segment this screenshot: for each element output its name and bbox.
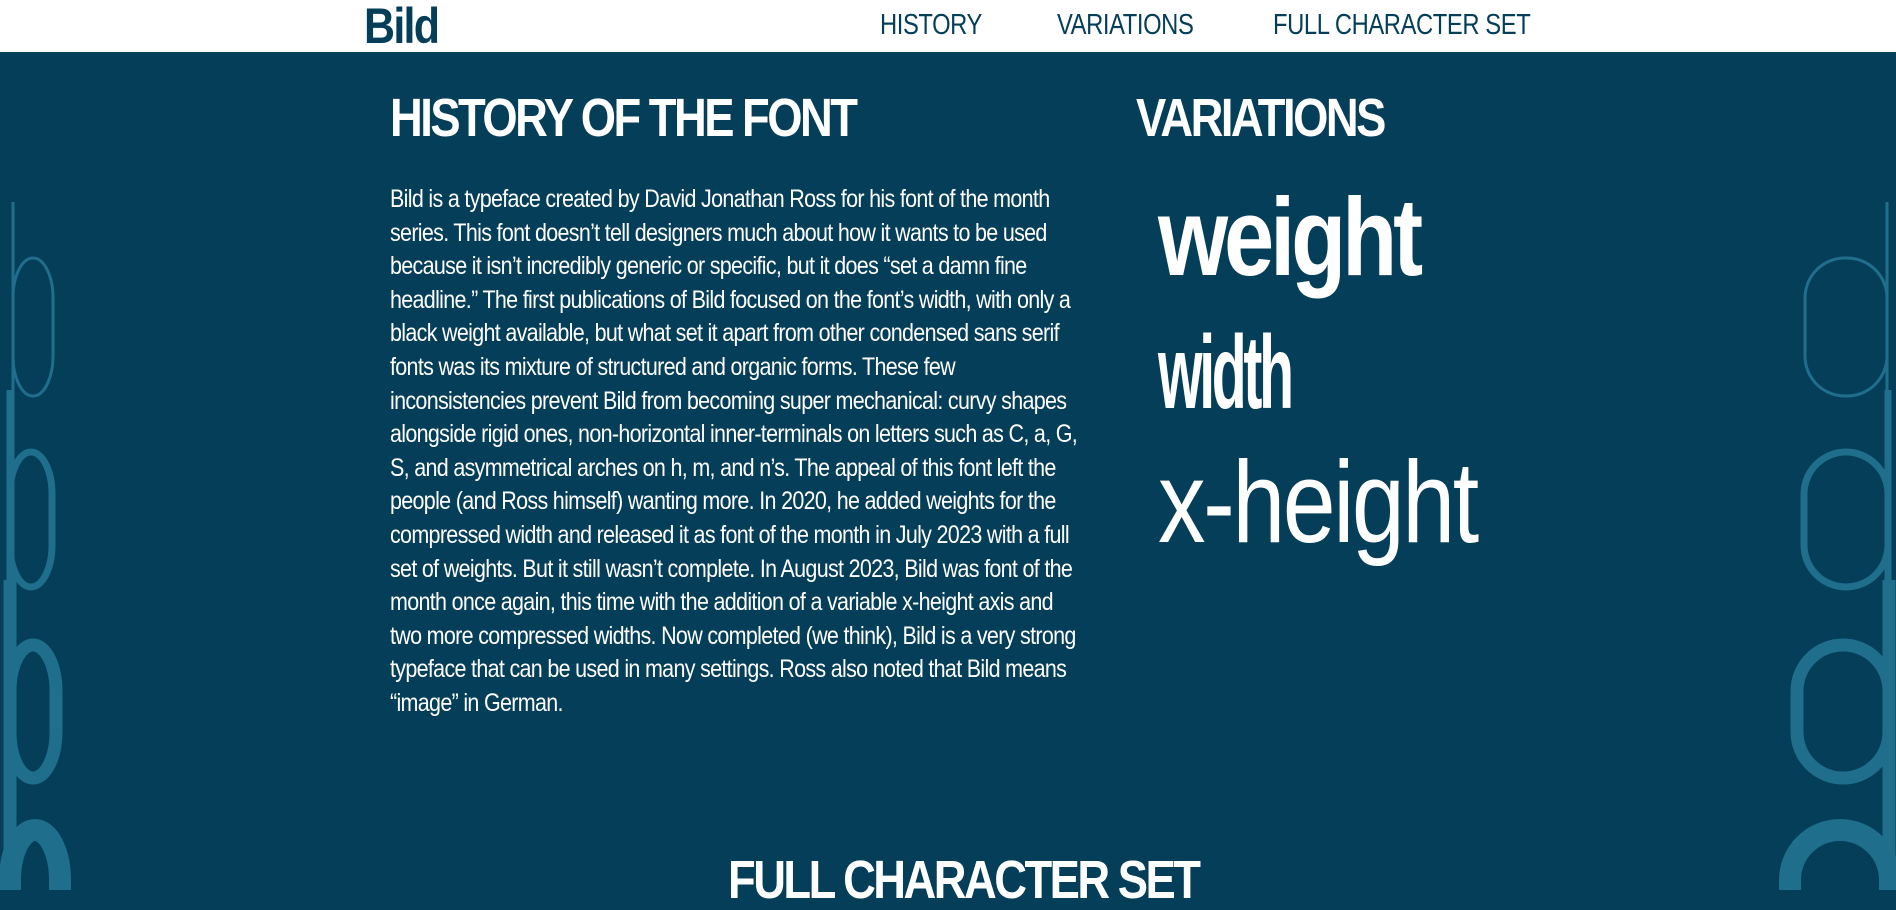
variations-heading: VARIATIONS xyxy=(1136,88,1386,148)
site-header: Bild HISTORY VARIATIONS FULL CHARACTER S… xyxy=(0,0,1896,52)
decorative-letterform-right xyxy=(1779,202,1896,890)
nav-link-full-character-set[interactable]: FULL CHARACTER SET xyxy=(1273,8,1531,42)
history-heading: HISTORY OF THE FONT xyxy=(390,88,858,148)
variation-width-sample: width xyxy=(1158,315,1294,431)
site-logo[interactable]: Bild xyxy=(364,1,440,51)
variation-weight-sample: weight xyxy=(1158,176,1423,299)
history-paragraph: Bild is a typeface created by David Jona… xyxy=(390,185,1078,717)
variation-x-height-sample: x-height xyxy=(1158,437,1479,567)
nav-link-history[interactable]: HISTORY xyxy=(880,8,982,42)
history-text: Bild is a typeface created by David Jona… xyxy=(390,183,1087,721)
full-character-set-heading: FULL CHARACTER SET xyxy=(728,850,1201,910)
nav-link-variations[interactable]: VARIATIONS xyxy=(1057,8,1194,42)
decorative-letterform-left xyxy=(0,202,71,890)
